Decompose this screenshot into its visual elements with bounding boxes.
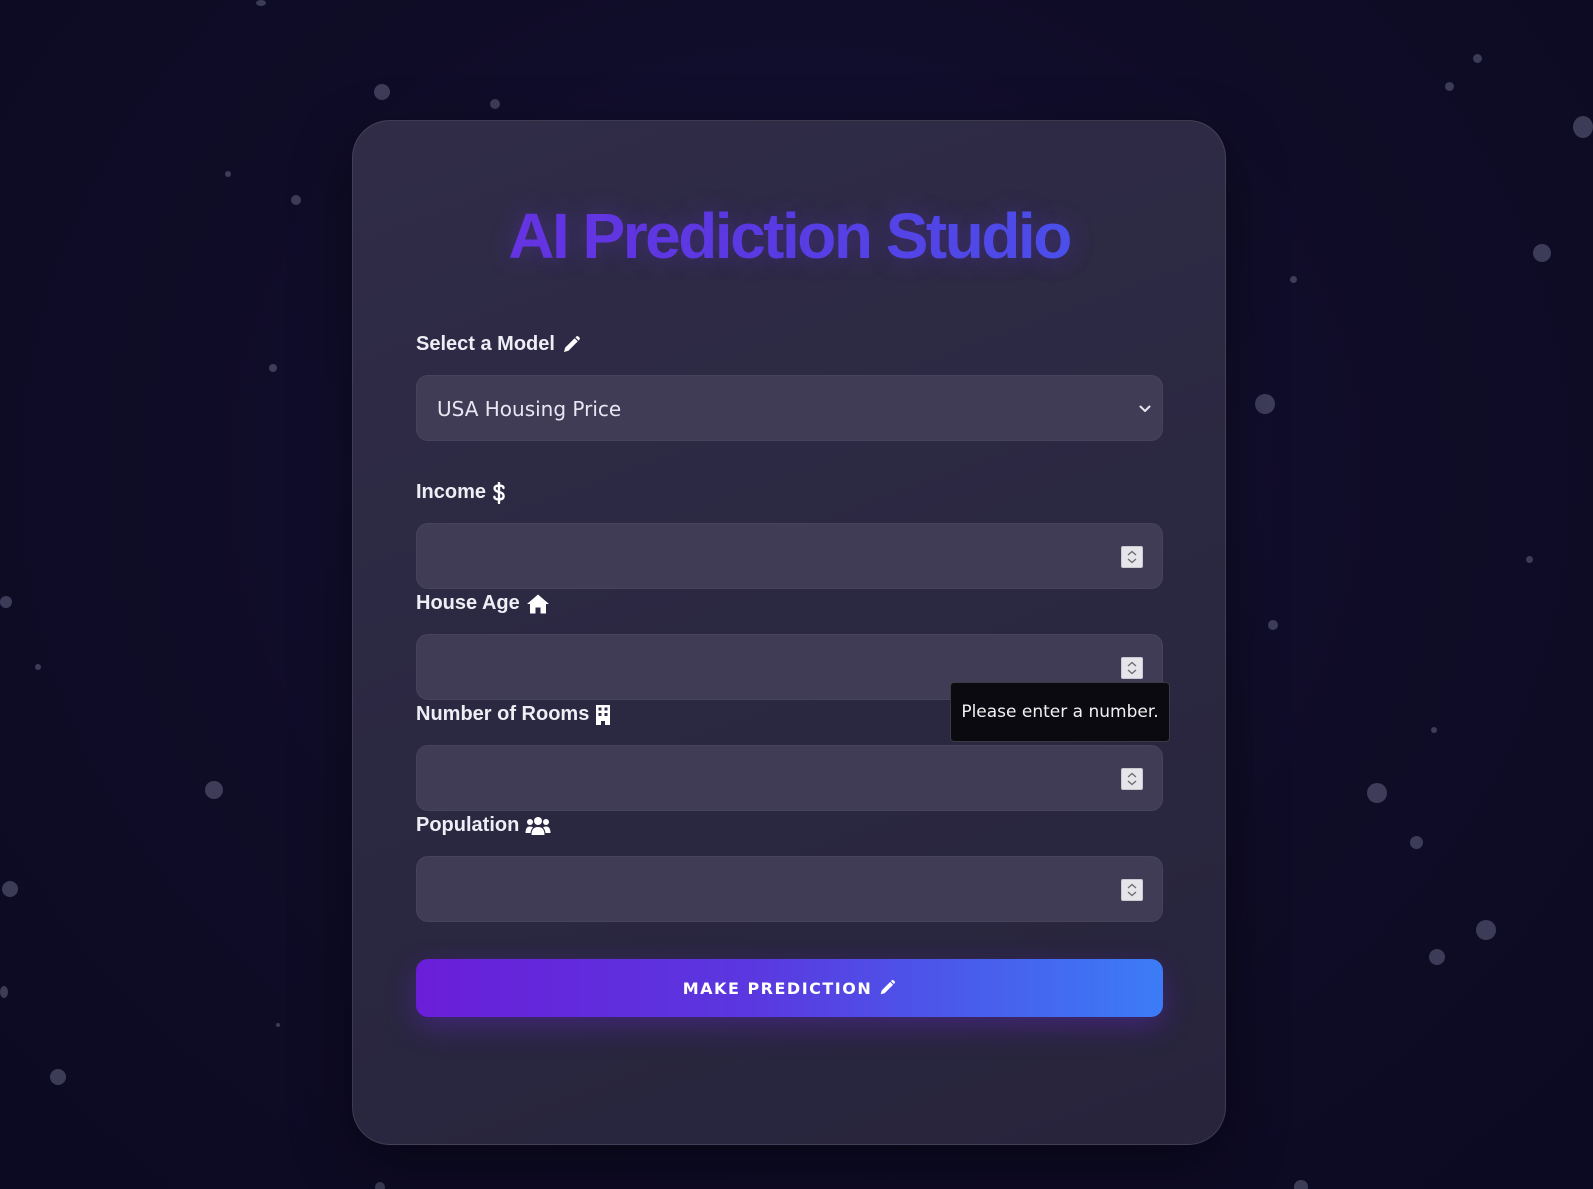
population-label-text: Population <box>416 814 520 836</box>
background-particle <box>1294 1180 1308 1189</box>
background-particle <box>1445 82 1454 91</box>
page-background: AI Prediction Studio Select a Model USA … <box>0 0 1593 1189</box>
background-particle <box>0 986 8 998</box>
background-particle <box>35 664 41 670</box>
background-particle <box>1255 394 1275 414</box>
model-label-text: Select a Model <box>416 333 555 355</box>
background-particle <box>1410 836 1423 849</box>
income-label-text: Income <box>416 481 487 503</box>
background-particle <box>256 0 266 6</box>
stepper-arrows-icon <box>1127 883 1137 897</box>
population-label: Population <box>416 814 551 837</box>
background-particle <box>225 171 231 177</box>
background-particle <box>1431 727 1437 733</box>
background-particle <box>291 195 301 205</box>
population-stepper[interactable] <box>1121 879 1143 901</box>
rooms-label: Number of Rooms <box>416 703 611 726</box>
model-select[interactable]: USA Housing Price <box>416 375 1163 441</box>
background-particle <box>50 1069 66 1085</box>
stepper-arrows-icon <box>1127 772 1137 786</box>
income-stepper[interactable] <box>1121 546 1143 568</box>
background-particle <box>1573 116 1593 138</box>
background-particle <box>269 364 277 372</box>
house-age-label: House Age <box>416 592 550 615</box>
background-particle <box>490 99 500 109</box>
background-particle <box>1367 783 1387 803</box>
income-input[interactable] <box>416 523 1163 589</box>
building-icon <box>596 704 611 725</box>
pencil-icon <box>880 979 896 995</box>
make-prediction-button[interactable]: MAKE PREDICTION <box>416 959 1163 1017</box>
background-particle <box>2 881 18 897</box>
model-select-value: USA Housing Price <box>437 397 622 421</box>
background-particle <box>1533 244 1551 262</box>
dollar-icon <box>493 481 505 504</box>
rooms-input[interactable] <box>416 745 1163 811</box>
stepper-arrows-icon <box>1127 661 1137 675</box>
house-age-label-text: House Age <box>416 592 520 614</box>
background-particle <box>1473 54 1482 63</box>
income-label: Income <box>416 481 506 504</box>
rooms-label-text: Number of Rooms <box>416 703 590 725</box>
background-particle <box>1290 276 1297 283</box>
rooms-stepper[interactable] <box>1121 768 1143 790</box>
background-particle <box>374 84 390 100</box>
prediction-card: AI Prediction Studio Select a Model USA … <box>352 120 1226 1145</box>
background-particle <box>0 596 12 608</box>
background-particle <box>1429 949 1445 965</box>
background-particle <box>205 781 223 799</box>
background-particle <box>1268 620 1278 630</box>
background-particle <box>276 1023 280 1027</box>
chevron-down-icon <box>1139 405 1151 412</box>
background-particle <box>1476 920 1496 940</box>
background-particle <box>375 1182 385 1189</box>
users-icon <box>525 816 551 835</box>
background-particle <box>1526 556 1533 563</box>
pencil-icon <box>563 335 580 352</box>
validation-tooltip: Please enter a number. <box>950 682 1170 742</box>
make-prediction-label: MAKE PREDICTION <box>682 978 873 998</box>
model-label: Select a Model <box>416 333 581 356</box>
page-title: AI Prediction Studio <box>353 199 1225 273</box>
house-age-stepper[interactable] <box>1121 657 1143 679</box>
stepper-arrows-icon <box>1127 550 1137 564</box>
population-input[interactable] <box>416 856 1163 922</box>
home-icon <box>526 594 549 613</box>
